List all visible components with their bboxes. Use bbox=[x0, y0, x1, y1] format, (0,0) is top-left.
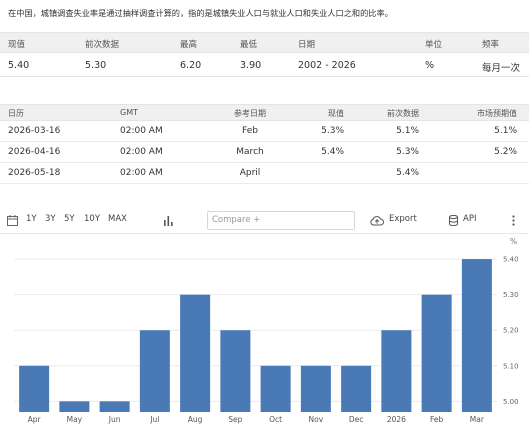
calendar-consensus: 5.2% bbox=[494, 147, 517, 157]
bar-jul[interactable] bbox=[139, 330, 170, 412]
summary-header-current: 现值 bbox=[8, 40, 26, 50]
summary-value-unit: % bbox=[425, 60, 435, 71]
summary-value-highest: 6.20 bbox=[180, 60, 202, 71]
chart-toolbar: 1Y 3Y 5Y 10Y MAX Compare + Export API bbox=[0, 207, 529, 234]
bar-apr[interactable] bbox=[19, 365, 50, 412]
calendar-row: 2026-03-16 02:00 AM Feb 5.3% 5.1% 5.1% bbox=[0, 121, 529, 142]
x-tick-label: Jul bbox=[149, 415, 159, 424]
bar-aug[interactable] bbox=[180, 294, 211, 412]
bar-nov[interactable] bbox=[300, 365, 331, 412]
bar-chart-icon[interactable] bbox=[164, 216, 173, 226]
calendar-actual: 5.4% bbox=[321, 147, 344, 157]
summary-header-previous: 前次数据 bbox=[85, 40, 120, 50]
summary-value-current: 5.40 bbox=[8, 60, 30, 71]
x-tick-label: Feb bbox=[430, 415, 444, 424]
x-tick-label: May bbox=[67, 415, 83, 424]
bar-2026[interactable] bbox=[381, 330, 412, 412]
range-button-10y[interactable]: 10Y bbox=[84, 214, 100, 224]
unemployment-bar-chart: % 5.00 5.10 5.20 5.30 5.40 Apr May Jun Jul Aug Sep… bbox=[14, 237, 519, 424]
calendar-date: 2026-04-16 bbox=[8, 147, 61, 157]
range-button-3y[interactable]: 3Y bbox=[45, 214, 56, 224]
bar-may[interactable] bbox=[59, 401, 90, 412]
x-tick-label: Sep bbox=[228, 415, 242, 424]
bar-mar[interactable] bbox=[461, 259, 492, 412]
x-tick-label: Oct bbox=[269, 415, 282, 424]
calendar-header-date: 日历 bbox=[8, 109, 24, 118]
calendar-time: 02:00 AM bbox=[120, 147, 163, 157]
calendar-reference: March bbox=[236, 147, 264, 157]
y-tick-label: 5.40 bbox=[503, 256, 519, 264]
summary-header-unit: 单位 bbox=[425, 40, 443, 50]
bar-sep[interactable] bbox=[220, 330, 251, 412]
calendar-reference: Feb bbox=[242, 126, 258, 136]
calendar-header-previous: 前次数据 bbox=[387, 109, 419, 118]
calendar-consensus: 5.1% bbox=[494, 126, 517, 136]
calendar-header-reference: 参考日期 bbox=[234, 109, 266, 118]
calendar-date: 2026-03-16 bbox=[8, 126, 61, 136]
summary-value-dates: 2002 - 2026 bbox=[298, 60, 356, 71]
calendar-time: 02:00 AM bbox=[120, 126, 163, 136]
calendar-row: 2026-04-16 02:00 AM March 5.4% 5.3% 5.2% bbox=[0, 142, 529, 163]
compare-placeholder: Compare + bbox=[212, 215, 261, 225]
summary-header-frequency: 频率 bbox=[482, 40, 500, 50]
x-tick-label: Mar bbox=[470, 415, 485, 424]
summary-header-highest: 最高 bbox=[180, 40, 198, 50]
x-tick-label: 2026 bbox=[387, 415, 406, 424]
api-button[interactable]: API bbox=[463, 214, 476, 224]
y-tick-label: 5.20 bbox=[503, 327, 519, 335]
compare-input[interactable]: Compare + bbox=[207, 211, 355, 230]
calendar-time: 02:00 AM bbox=[120, 168, 163, 178]
bar-jun[interactable] bbox=[99, 401, 130, 412]
x-tick-label: Jun bbox=[108, 415, 121, 424]
y-tick-label: 5.10 bbox=[503, 362, 519, 370]
bar-dec[interactable] bbox=[341, 365, 372, 412]
calendar-header-gmt: GMT bbox=[120, 108, 138, 117]
range-button-1y[interactable]: 1Y bbox=[26, 214, 37, 224]
calendar-reference: April bbox=[239, 168, 261, 178]
cloud-upload-icon[interactable] bbox=[370, 215, 384, 226]
x-tick-label: Dec bbox=[349, 415, 364, 424]
summary-header-lowest: 最低 bbox=[240, 40, 258, 50]
export-button[interactable]: Export bbox=[389, 214, 417, 224]
range-button-5y[interactable]: 5Y bbox=[64, 214, 75, 224]
bar-feb[interactable] bbox=[421, 294, 452, 412]
summary-table-header: 现值 前次数据 最高 最低 日期 单位 频率 bbox=[0, 32, 529, 53]
calendar-row: 2026-05-18 02:00 AM April 5.4% bbox=[0, 163, 529, 184]
calendar-actual: 5.3% bbox=[321, 126, 344, 136]
calendar-date: 2026-05-18 bbox=[8, 168, 61, 178]
calendar-icon[interactable] bbox=[7, 215, 18, 226]
calendar-previous: 5.4% bbox=[396, 168, 419, 178]
summary-table-row: 5.40 5.30 6.20 3.90 2002 - 2026 % 每月一次 bbox=[0, 53, 529, 77]
range-button-max[interactable]: MAX bbox=[108, 214, 127, 224]
indicator-description: 在中国，城镇调查失业率是通过抽样调查计算的，指的是城镇失业人口与就业人口和失业人… bbox=[8, 8, 393, 18]
x-tick-label: Apr bbox=[28, 415, 42, 424]
summary-value-previous: 5.30 bbox=[85, 60, 107, 71]
calendar-header-actual: 现值 bbox=[328, 109, 344, 118]
summary-header-dates: 日期 bbox=[298, 40, 316, 50]
calendar-header-consensus: 市场预期值 bbox=[477, 109, 517, 118]
summary-value-lowest: 3.90 bbox=[240, 60, 262, 71]
x-tick-label: Aug bbox=[188, 415, 203, 424]
y-axis-unit: % bbox=[510, 237, 517, 246]
summary-value-frequency: 每月一次 bbox=[482, 63, 521, 74]
y-tick-label: 5.30 bbox=[503, 291, 519, 299]
database-icon[interactable] bbox=[449, 215, 458, 226]
calendar-previous: 5.1% bbox=[396, 126, 419, 136]
more-vertical-icon[interactable] bbox=[512, 215, 515, 226]
calendar-previous: 5.3% bbox=[396, 147, 419, 157]
x-tick-label: Nov bbox=[309, 415, 324, 424]
calendar-table-header: 日历 GMT 参考日期 现值 前次数据 市场预期值 bbox=[0, 104, 529, 121]
y-tick-label: 5.00 bbox=[503, 398, 519, 406]
bar-oct[interactable] bbox=[260, 365, 291, 412]
